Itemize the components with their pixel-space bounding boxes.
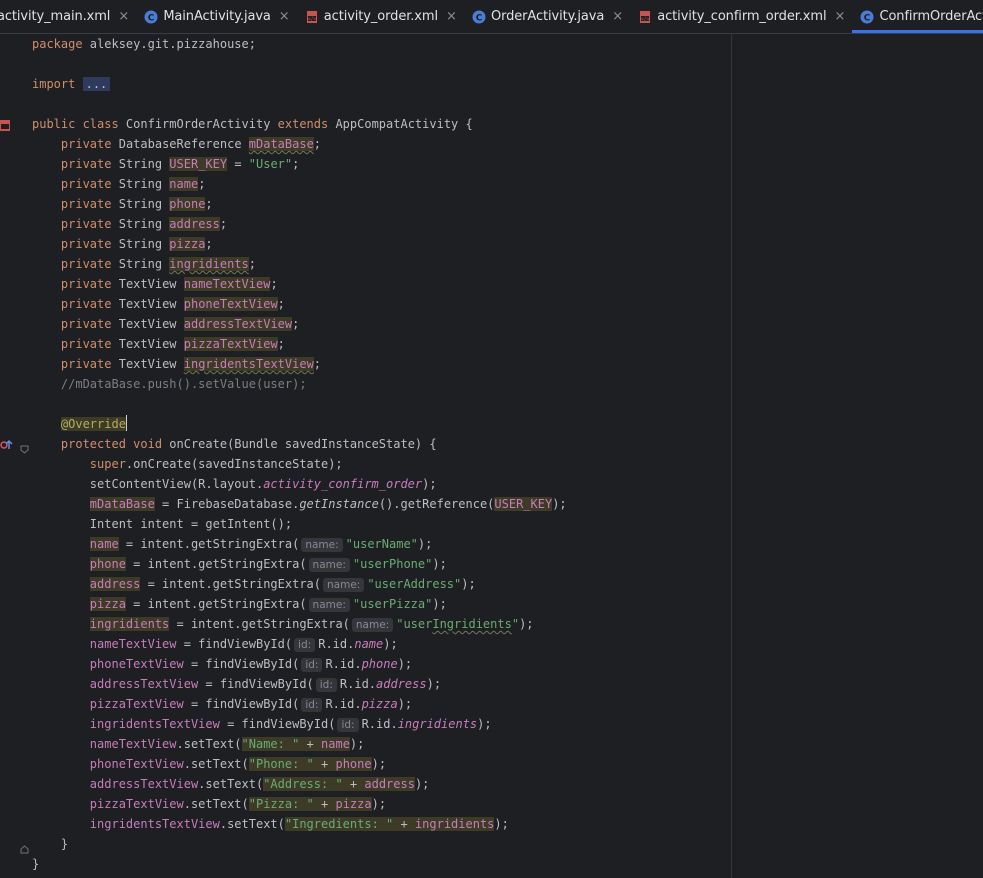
svg-text:C: C: [476, 13, 483, 23]
fold-icon[interactable]: [20, 439, 29, 454]
code-line-find-view: phoneTextView = findViewById(id: R.id.pho…: [89, 657, 413, 672]
override-gutter-icon[interactable]: [0, 437, 14, 451]
param-hint: name:: [308, 598, 350, 612]
java-class-icon: C: [860, 10, 874, 24]
code-line-class-decl: public class ConfirmOrderActivity extend…: [32, 117, 473, 131]
code-line-set-text: pizzaTextView.setText("Pizza: " + pizza)…: [89, 797, 387, 811]
code-line-field: private TextView ingridentsTextView;: [60, 357, 322, 371]
tab-order-activity-java[interactable]: C OrderActivity.java ×: [464, 0, 630, 33]
tab-main-activity-java[interactable]: C MainActivity.java ×: [136, 0, 296, 33]
fold-icon[interactable]: [20, 839, 29, 854]
code-line-close-class: }: [32, 857, 40, 871]
code-line-set-text: addressTextView.setText("Address: " + ad…: [89, 777, 430, 791]
code-line-field: private String name;: [60, 177, 206, 191]
editor-tab-bar: activity_main.xml × C MainActivity.java …: [0, 0, 983, 34]
folded-imports[interactable]: ...: [82, 77, 111, 91]
code-line-field: private TextView phoneTextView;: [60, 297, 285, 311]
code-line-set-content: setContentView(R.layout.activity_confirm…: [89, 477, 437, 491]
code-line-comment: //mDataBase.push().setValue(user);: [60, 377, 307, 391]
close-icon[interactable]: ×: [612, 10, 623, 23]
code-line-get-extra: name = intent.getStringExtra(name: "userN…: [89, 537, 433, 552]
code-line-find-view: nameTextView = findViewById(id: R.id.name…: [89, 637, 398, 652]
close-icon[interactable]: ×: [834, 10, 845, 23]
param-hint: id:: [315, 678, 337, 692]
param-hint: name:: [301, 538, 343, 552]
code-line-package: package aleksey.git.pizzahouse;: [32, 37, 256, 51]
code-line-get-extra: phone = intent.getStringExtra(name: "user…: [89, 557, 447, 572]
text-cursor: [125, 415, 127, 431]
code-line-field: private TextView nameTextView;: [60, 277, 278, 291]
param-hint: name:: [351, 618, 394, 632]
xml-file-icon: </>: [305, 10, 319, 24]
tab-label: ConfirmOrderActivity.java: [879, 9, 983, 24]
code-line-field: private TextView pizzaTextView;: [60, 337, 285, 351]
code-line-close-method: }: [60, 837, 69, 851]
code-line-find-view: addressTextView = findViewById(id: R.id.a…: [89, 677, 442, 692]
code-line-import: import ...: [32, 74, 111, 94]
code-line-get-extra: pizza = intent.getStringExtra(name: "user…: [89, 597, 447, 612]
xml-file-icon: </>: [638, 10, 652, 24]
code-line-intent: Intent intent = getIntent();: [89, 517, 293, 531]
tab-label: activity_order.xml: [323, 9, 438, 24]
tab-activity-main-xml[interactable]: activity_main.xml ×: [0, 0, 136, 33]
param-hint: id:: [301, 698, 323, 712]
code-line-annotation: @Override: [60, 415, 127, 431]
param-hint: name:: [323, 578, 365, 592]
code-line-set-text: ingridentsTextView.setText("Ingredients:…: [89, 817, 509, 831]
svg-text:C: C: [864, 13, 871, 23]
tab-label: activity_main.xml: [0, 9, 111, 24]
code-line-db-ref: mDataBase = FirebaseDatabase.getInstance…: [89, 497, 567, 511]
param-hint: id:: [294, 638, 316, 652]
code-line-get-extra: address = intent.getStringExtra(name: "us…: [89, 577, 476, 592]
tab-confirm-order-activity-java[interactable]: C ConfirmOrderActivity.java ×: [852, 0, 983, 33]
svg-text:</>: </>: [307, 16, 317, 22]
xml-layout-gutter-icon[interactable]: [0, 117, 14, 131]
svg-text:C: C: [148, 13, 155, 23]
code-line-super: super.onCreate(savedInstanceState);: [89, 457, 343, 471]
param-hint: id:: [301, 658, 323, 672]
close-icon[interactable]: ×: [446, 10, 457, 23]
java-class-icon: C: [472, 10, 486, 24]
param-hint: id:: [337, 718, 359, 732]
code-line-field: private String address;: [60, 217, 228, 231]
code-line-field: private String pizza;: [60, 237, 213, 251]
close-icon[interactable]: ×: [279, 10, 290, 23]
tab-label: activity_confirm_order.xml: [657, 9, 827, 24]
code-line-get-extra: ingridients = intent.getStringExtra(name…: [89, 617, 534, 632]
tab-activity-confirm-order-xml[interactable]: </> activity_confirm_order.xml ×: [630, 0, 852, 33]
code-line-field: private String USER_KEY = "User";: [60, 157, 300, 171]
code-line-field: private DatabaseReference mDataBase;: [60, 137, 322, 151]
code-line-field: private String phone;: [60, 197, 213, 211]
code-line-set-text: phoneTextView.setText("Phone: " + phone)…: [89, 757, 387, 771]
tab-label: OrderActivity.java: [490, 9, 605, 24]
param-hint: name:: [308, 558, 350, 572]
code-line-field: private TextView addressTextView;: [60, 317, 300, 331]
code-line-method-decl: protected void onCreate(Bundle savedInst…: [60, 437, 437, 451]
close-icon[interactable]: ×: [118, 10, 129, 23]
code-line-set-text: nameTextView.setText("Name: " + name);: [89, 737, 365, 751]
code-editor[interactable]: package aleksey.git.pizzahouse; import .…: [0, 34, 983, 878]
code-line-find-view: pizzaTextView = findViewById(id: R.id.piz…: [89, 697, 413, 712]
tab-label: MainActivity.java: [163, 9, 271, 24]
svg-text:</>: </>: [640, 16, 650, 22]
right-margin-guide: [731, 34, 732, 878]
code-line-field: private String ingridients;: [60, 257, 257, 271]
tab-activity-order-xml[interactable]: </> activity_order.xml ×: [297, 0, 464, 33]
code-line-find-view: ingridentsTextView = findViewById(id: R.i…: [89, 717, 492, 732]
editor-gutter: [0, 34, 29, 878]
java-class-icon: C: [144, 10, 158, 24]
